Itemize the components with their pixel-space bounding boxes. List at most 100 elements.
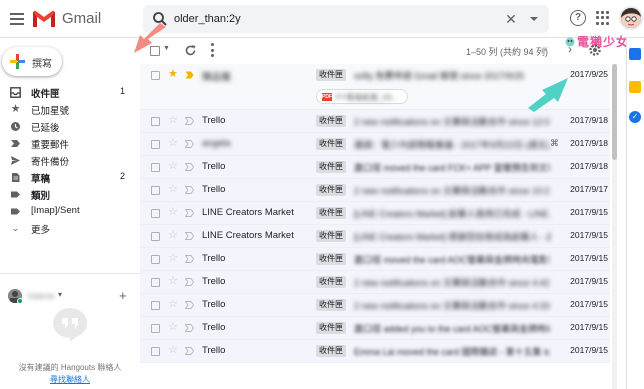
sidebar-item[interactable]: 寄件備份 xyxy=(0,152,140,169)
star-icon[interactable]: ☆ xyxy=(168,229,178,242)
star-icon[interactable]: ☆ xyxy=(168,206,178,219)
inbox-label-chip[interactable]: 收件匣 xyxy=(316,184,346,196)
hangouts-user[interactable]: Valerie ▾ + xyxy=(8,288,138,305)
row-checkbox[interactable] xyxy=(151,186,160,195)
sidebar-item[interactable]: ⌄ 更多 xyxy=(0,220,140,237)
email-row[interactable]: ☆ Trello 收件匣 Emma Lai moved the card 國際雜誌 -… xyxy=(140,340,610,363)
hangouts-status-caret-icon[interactable]: ▾ xyxy=(58,290,62,299)
row-checkbox[interactable] xyxy=(151,163,160,172)
inbox-label-chip[interactable]: 收件匣 xyxy=(316,345,346,357)
email-row[interactable]: ☆ Trello 收件匣 蕭口瑄 added you to the card AOC螢… xyxy=(140,317,610,340)
star-icon[interactable]: ★ xyxy=(168,68,178,81)
row-checkbox[interactable] xyxy=(151,209,160,218)
email-row[interactable]: ☆ Trello 收件匣 蕭口瑄 moved the card AOC螢幕與金牌時尚電… xyxy=(140,248,610,271)
tasks-icon[interactable]: ✓ xyxy=(629,111,641,123)
important-marker-icon[interactable] xyxy=(185,324,194,332)
important-marker-icon[interactable] xyxy=(185,278,194,286)
row-checkbox[interactable] xyxy=(151,255,160,264)
star-icon[interactable]: ☆ xyxy=(168,298,178,311)
sidebar-item[interactable]: 重要郵件 xyxy=(0,135,140,152)
email-row[interactable]: ☆ LINE Creators Market 收件匣 [LINE Creators M… xyxy=(140,202,610,225)
important-marker-icon[interactable] xyxy=(185,140,194,148)
next-page-icon[interactable]: › xyxy=(568,42,572,56)
email-date: 2017/9/15 xyxy=(570,322,608,332)
row-checkbox[interactable] xyxy=(151,324,160,333)
search-input[interactable] xyxy=(174,11,474,27)
search-box[interactable]: ✕ xyxy=(143,5,549,33)
important-marker-icon[interactable] xyxy=(185,232,194,240)
inbox-label-chip[interactable]: 收件匣 xyxy=(316,138,346,150)
inbox-label-chip[interactable]: 收件匣 xyxy=(316,322,346,334)
important-marker-icon[interactable] xyxy=(185,347,194,355)
important-marker-icon[interactable] xyxy=(185,301,194,309)
find-contacts-link[interactable]: 尋找聯絡人 xyxy=(0,374,140,385)
star-icon[interactable]: ☆ xyxy=(168,344,178,357)
email-row[interactable]: ☆ Trello 收件匣 2 new notifications on 文華與活動合作… xyxy=(140,271,610,294)
pointer-arrow-icon xyxy=(528,78,568,112)
gmail-logo-icon[interactable] xyxy=(32,9,56,28)
star-icon[interactable]: ☆ xyxy=(168,321,178,334)
email-row[interactable]: ☆ Trello 收件匣 2 new notifications on 文華與活動合作… xyxy=(140,110,610,133)
important-marker-icon[interactable] xyxy=(185,186,194,194)
settings-gear-icon[interactable] xyxy=(588,43,602,57)
row-checkbox[interactable] xyxy=(151,140,160,149)
main-menu-icon[interactable] xyxy=(7,9,27,29)
sidebar-item[interactable]: [Imap]/Sent xyxy=(0,203,140,220)
star-icon[interactable]: ☆ xyxy=(168,137,178,150)
email-row[interactable]: ☆ Trello 收件匣 2 new notifications on 文華與活動合作… xyxy=(140,294,610,317)
apps-grid-icon[interactable] xyxy=(596,11,610,25)
inbox-label-chip[interactable]: 收件匣 xyxy=(316,230,346,242)
row-checkbox[interactable] xyxy=(151,278,160,287)
row-checkbox[interactable] xyxy=(151,301,160,310)
row-checkbox[interactable] xyxy=(151,117,160,126)
online-status-dot xyxy=(17,298,23,304)
row-checkbox[interactable] xyxy=(151,71,160,80)
important-marker-icon[interactable] xyxy=(185,117,194,125)
star-icon[interactable]: ☆ xyxy=(168,160,178,173)
app-name[interactable]: Gmail xyxy=(62,10,101,27)
email-row[interactable]: ☆ Trello 收件匣 蕭口瑄 moved the card FCK+ APP 當獵… xyxy=(140,156,610,179)
email-row[interactable]: ☆ angela 收件匣 邀請：電少內部簡報會議 - 2017年9月22日 (週五) ⌘… xyxy=(140,133,610,156)
clear-search-icon[interactable]: ✕ xyxy=(503,11,519,27)
keep-icon[interactable] xyxy=(629,81,641,93)
star-icon[interactable]: ☆ xyxy=(168,252,178,265)
calendar-icon[interactable] xyxy=(629,48,641,60)
attachment-chip[interactable]: PDF FY看報紙案_03... xyxy=(316,89,408,104)
important-marker-icon[interactable] xyxy=(185,255,194,263)
sidebar-item[interactable]: 收件匣 1 xyxy=(0,84,140,101)
important-marker-icon[interactable] xyxy=(185,209,194,217)
email-row[interactable]: ☆ Trello 收件匣 2 new notifications on 文華與活動合作… xyxy=(140,179,610,202)
inbox-label-chip[interactable]: 收件匣 xyxy=(316,276,346,288)
row-checkbox[interactable] xyxy=(151,232,160,241)
important-marker-icon[interactable] xyxy=(185,71,194,79)
sidebar-item[interactable]: ★ 已加星號 xyxy=(0,101,140,118)
compose-label: 撰寫 xyxy=(32,59,52,70)
add-contact-icon[interactable]: + xyxy=(119,288,127,303)
scrollbar-thumb[interactable] xyxy=(612,64,617,160)
inbox-label-chip[interactable]: 收件匣 xyxy=(316,207,346,219)
inbox-label-chip[interactable]: 收件匣 xyxy=(316,253,346,265)
inbox-label-chip[interactable]: 收件匣 xyxy=(316,161,346,173)
sidebar-item[interactable]: 草稿 2 xyxy=(0,169,140,186)
refresh-icon[interactable] xyxy=(184,44,197,57)
previous-page-icon[interactable]: ‹ xyxy=(544,42,548,56)
inbox-label-chip[interactable]: 收件匣 xyxy=(316,69,346,81)
more-actions-icon[interactable] xyxy=(210,43,214,57)
inbox-label-chip[interactable]: 收件匣 xyxy=(316,115,346,127)
sidebar-item[interactable]: 已延後 xyxy=(0,118,140,135)
important-marker-icon[interactable] xyxy=(185,163,194,171)
compose-button[interactable]: 撰寫 xyxy=(2,47,62,76)
star-icon[interactable]: ☆ xyxy=(168,114,178,127)
sidebar-item[interactable]: 類別 xyxy=(0,186,140,203)
search-options-caret-icon[interactable] xyxy=(526,11,542,27)
star-icon[interactable]: ☆ xyxy=(168,183,178,196)
sidebar: 撰寫 收件匣 1 ★ 已加星號 已延後 重要郵件 寄件備份 草稿 2 類別 [Imap]/Sent ⌄… xyxy=(0,38,140,389)
email-sender: Trello xyxy=(202,345,226,356)
account-avatar[interactable] xyxy=(619,6,643,30)
row-checkbox[interactable] xyxy=(151,347,160,356)
email-row[interactable]: ☆ LINE Creators Market 收件匣 [LINE Creators M… xyxy=(140,225,610,248)
inbox-label-chip[interactable]: 收件匣 xyxy=(316,299,346,311)
star-icon[interactable]: ☆ xyxy=(168,275,178,288)
help-icon[interactable]: ? xyxy=(570,10,586,26)
email-snippet: 2 new notifications on 文華與活動合作 since 4:4… xyxy=(354,278,550,288)
